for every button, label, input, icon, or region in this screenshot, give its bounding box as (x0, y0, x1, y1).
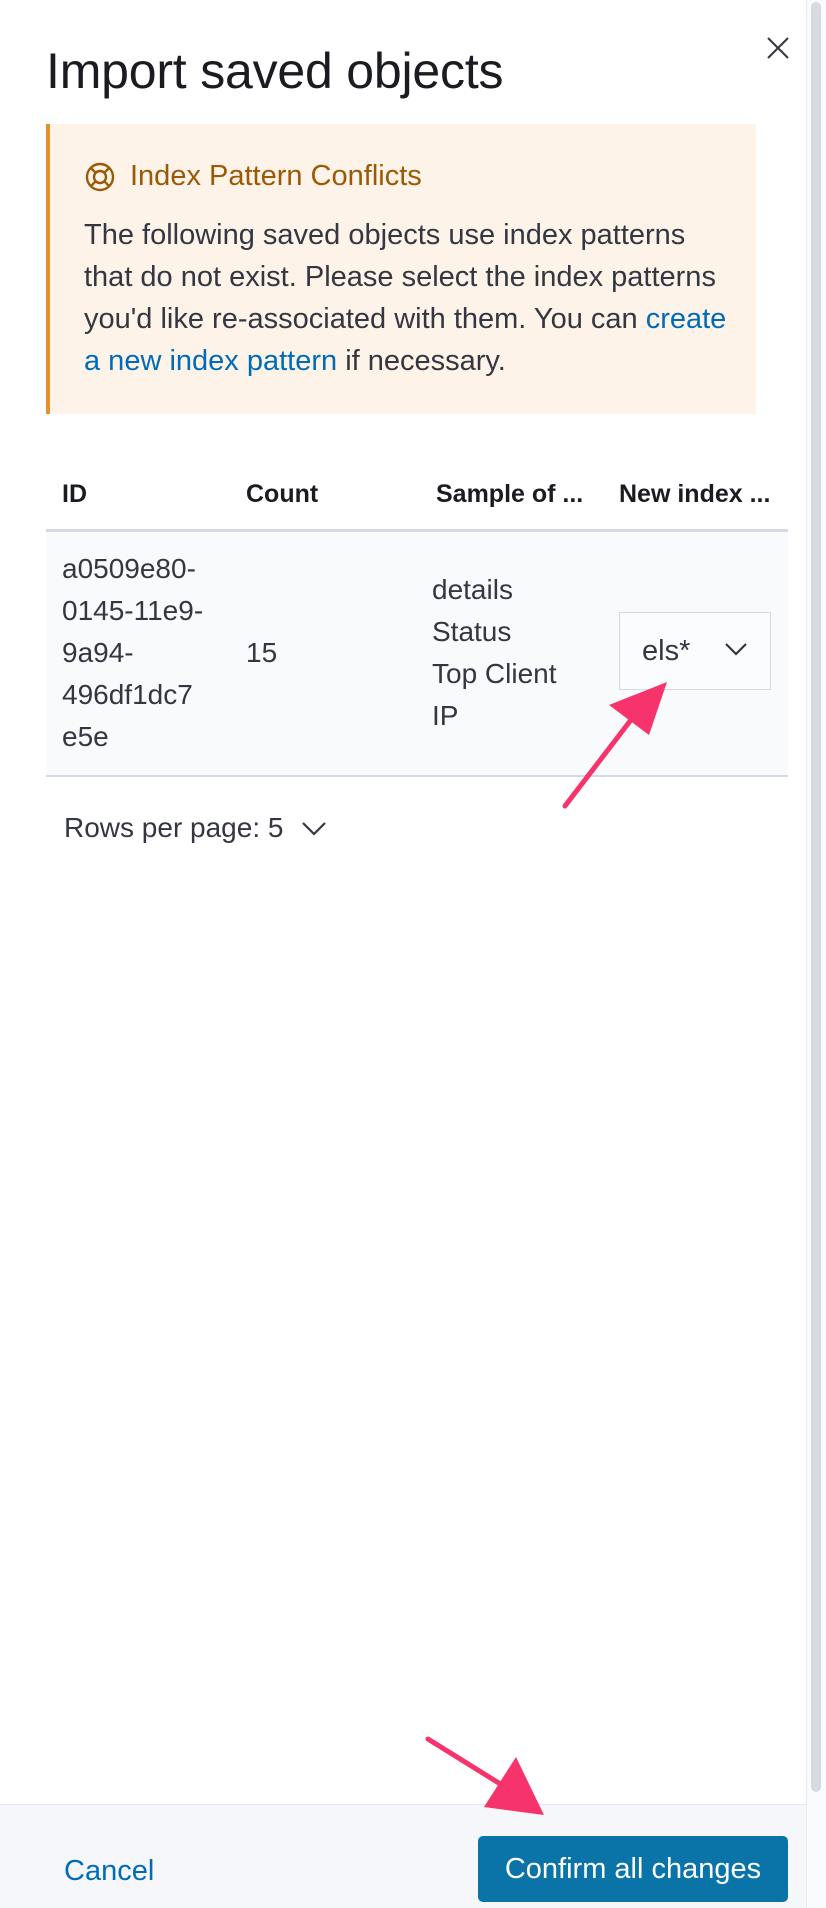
id-line: 9a94- (62, 637, 134, 668)
column-header-sample[interactable]: Sample of ... (436, 480, 583, 509)
selected-index-pattern: els* (642, 634, 691, 667)
id-line: e5e (62, 721, 109, 752)
callout-text: The following saved objects use index pa… (84, 219, 716, 335)
scrollbar-thumb[interactable] (811, 2, 821, 1792)
cell-id: a0509e80- 0145-11e9- 9a94- 496df1dc7 e5e (62, 548, 203, 758)
flyout-title: Import saved objects (46, 43, 504, 99)
column-header-new-index[interactable]: New index ... (619, 480, 770, 509)
close-icon (767, 37, 789, 59)
table-header: ID Count Sample of ... New index ... (46, 470, 788, 532)
callout-header: Index Pattern Conflicts (84, 160, 422, 193)
column-header-id[interactable]: ID (62, 480, 87, 509)
sample-line: Status (432, 616, 512, 647)
column-header-count[interactable]: Count (246, 480, 318, 509)
chevron-down-icon (302, 822, 327, 836)
new-index-pattern-select[interactable]: els* (619, 612, 771, 690)
cancel-button[interactable]: Cancel (64, 1855, 154, 1888)
id-line: a0509e80- (62, 553, 196, 584)
sample-line: details (432, 574, 513, 605)
confirm-all-changes-button[interactable]: Confirm all changes (478, 1836, 788, 1902)
conflicts-table: ID Count Sample of ... New index ... a05… (46, 470, 788, 777)
flyout-footer: Cancel Confirm all changes (0, 1804, 806, 1908)
sample-line: Top Client (432, 658, 557, 689)
id-line: 0145-11e9- (62, 595, 204, 626)
close-button[interactable] (760, 30, 796, 66)
sample-line: IP (432, 700, 459, 731)
callout-body: The following saved objects use index pa… (84, 214, 734, 382)
rows-per-page-button[interactable]: Rows per page: 5 (64, 812, 327, 844)
table-row: a0509e80- 0145-11e9- 9a94- 496df1dc7 e5e… (46, 532, 788, 777)
life-ring-icon (85, 162, 115, 191)
cell-count: 15 (246, 637, 278, 668)
rows-per-page-label: Rows per page: 5 (64, 812, 284, 843)
index-pattern-conflicts-callout: Index Pattern Conflicts The following sa… (46, 124, 756, 414)
cell-sample: details Status Top Client IP (432, 569, 557, 737)
import-flyout: Import saved objects Index Pattern Confl… (0, 0, 806, 1908)
callout-title: Index Pattern Conflicts (130, 160, 422, 192)
chevron-down-icon (725, 643, 747, 656)
id-line: 496df1dc7 (62, 679, 193, 710)
callout-text-end: if necessary. (345, 345, 506, 377)
